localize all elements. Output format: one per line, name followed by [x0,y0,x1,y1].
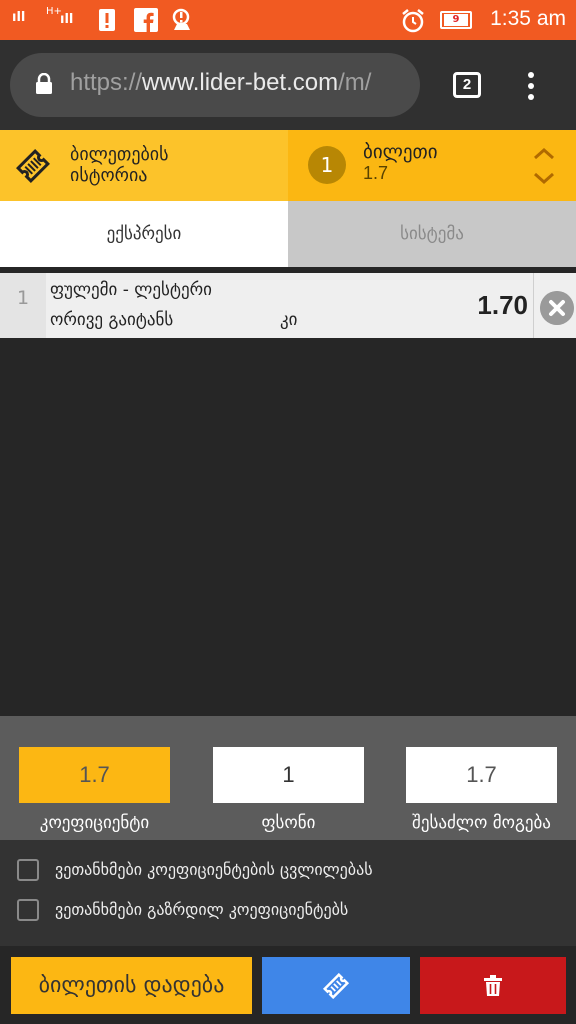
notification-icon [172,8,190,30]
battery-icon: 9 [440,11,472,29]
place-bet-button[interactable]: ბილეთის დადება [11,957,252,1014]
history-label-line2: ისტორია [70,165,148,186]
possible-win-label: შესაძლო მოგება [412,813,551,833]
url-path: /m/ [338,69,372,96]
signal2-icon: ıll [60,12,74,27]
coefficient-value: 1.7 [19,747,170,803]
divider [533,273,534,338]
tab-express[interactable]: ექსპრესი [0,201,288,267]
bet-market: ორივე გაიტანს [50,310,174,330]
clock: 1:35 am [490,7,566,30]
address-bar[interactable]: https://www.lider-bet.com/m/ [10,53,420,117]
accept-changes-checkbox[interactable] [17,859,39,881]
current-ticket-panel[interactable]: 1 ბილეთი 1.7 [288,130,576,201]
bet-selection: კი [280,310,298,330]
accept-changes-label: ვეთანხმები კოეფიციენტების ცვლილებას [55,860,373,879]
tab-switcher-button[interactable]: 2 [453,72,481,98]
bet-row: 1 ფულემი - ლესტერი ორივე გაიტანს კი 1.70 [0,273,576,338]
url-text: https://www.lider-bet.com/m/ [70,69,371,97]
battery-level: 9 [444,14,468,26]
ticket-icon [16,149,50,183]
up-down-chevron-icon[interactable] [532,146,556,186]
history-label-line1: ბილეთების [70,144,169,165]
bet-match-name: ფულემი - ლესტერი [50,280,212,300]
accept-increase-checkbox[interactable] [17,899,39,921]
overflow-menu-button[interactable] [520,70,542,102]
bet-odds: 1.70 [477,290,528,320]
lock-icon [36,73,52,94]
ticket-icon [323,973,349,999]
ticket-history-button[interactable]: ბილეთების ისტორია [0,130,288,201]
coefficient-label: კოეფიციენტი [39,813,150,833]
facebook-icon [134,8,158,32]
bet-number: 1 [0,273,46,338]
agreement-panel: ვეთანხმები კოეფიციენტების ცვლილებას ვეთა… [0,840,576,946]
delete-button[interactable] [420,957,566,1014]
ticket-count-badge: 1 [308,146,346,184]
close-circle-icon[interactable] [540,291,574,325]
signal-icon: ıll [12,10,26,25]
possible-win-value: 1.7 [406,747,557,803]
stake-input[interactable]: 1 [213,747,364,803]
current-ticket-label: ბილეთი [363,141,438,163]
stake-label: ფსონი [261,813,316,833]
bet-summary-panel: 1.7 კოეფიციენტი 1 ფსონი 1.7 შესაძლო მოგე… [0,716,576,840]
status-bar: ıll H+ ıll 9 1:35 am [0,0,576,40]
browser-toolbar: https://www.lider-bet.com/m/ 2 [0,40,576,130]
save-ticket-button[interactable] [262,957,410,1014]
action-bar: ბილეთის დადება [0,946,576,1024]
accept-increase-label: ვეთანხმები გაზრდილ კოეფიციენტებს [55,900,349,919]
tab-system[interactable]: სისტემა [288,201,576,267]
url-scheme: https:// [70,69,143,96]
alert-icon [99,9,115,31]
trash-icon [484,975,502,996]
alarm-icon [402,9,424,33]
url-host: www.lider-bet.com [142,69,339,96]
current-ticket-odds: 1.7 [363,163,389,183]
